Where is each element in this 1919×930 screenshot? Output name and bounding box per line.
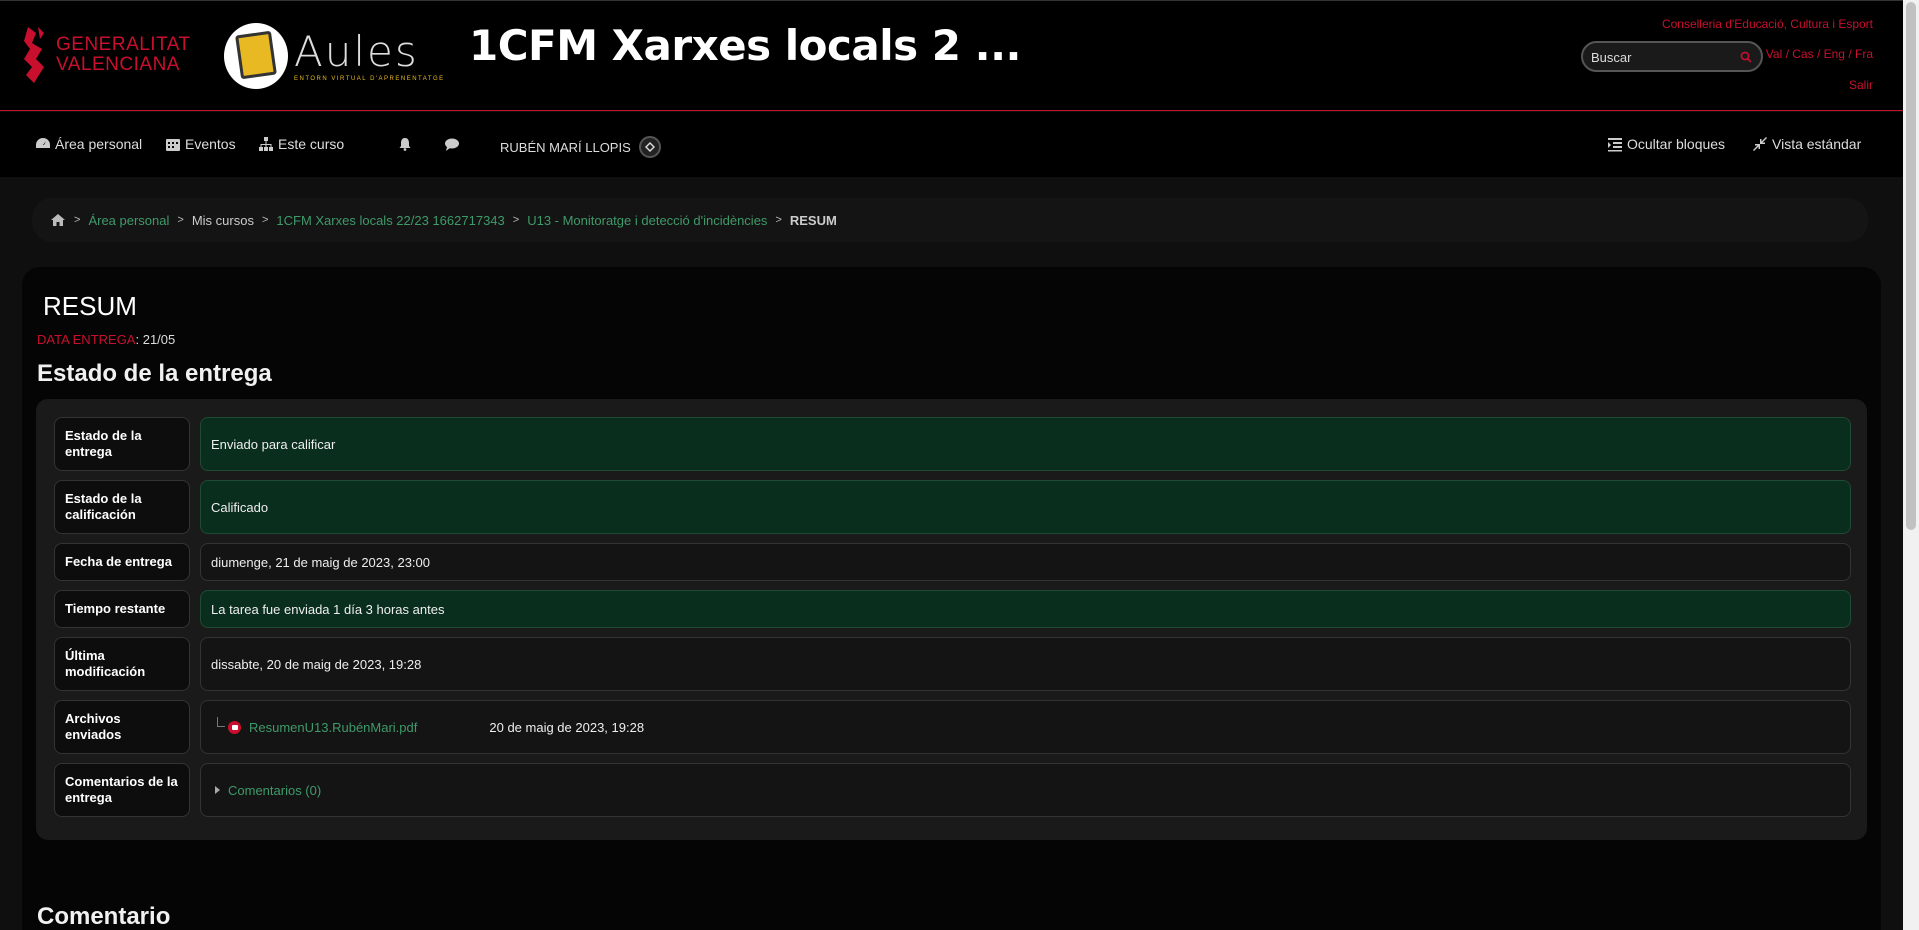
- breadcrumb-current: RESUM: [789, 212, 837, 228]
- calendar-icon: [166, 139, 180, 151]
- generalitat-logo[interactable]: GENERALITAT VALENCIANA: [22, 23, 191, 87]
- table-row: Última modificación dissabte, 20 de maig…: [54, 637, 1851, 691]
- table-row: Comentarios de la entrega Comentarios (0…: [54, 763, 1851, 817]
- submission-status-heading: Estado de la entrega: [37, 360, 272, 387]
- generalitat-emblem-icon: [24, 27, 44, 83]
- row-value: Enviado para calificar: [200, 417, 1851, 471]
- aules-book-icon: [224, 23, 288, 89]
- row-label: Fecha de entrega: [54, 543, 190, 581]
- page-title: RESUM: [43, 291, 137, 321]
- row-value: dissabte, 20 de maig de 2023, 19:28: [200, 637, 1851, 691]
- user-name: RUBÉN MARÍ LLOPIS: [500, 139, 631, 155]
- table-row: Archivos enviados ResumenU13.RubénMari.p…: [54, 700, 1851, 754]
- row-label: Archivos enviados: [54, 700, 190, 754]
- aules-subtitle: ENTORN VIRTUAL D'APRENENTATGE: [294, 76, 445, 82]
- lang-val[interactable]: Val: [1766, 47, 1782, 61]
- logout-link[interactable]: Salir: [1849, 78, 1873, 92]
- lang-fra[interactable]: Fra: [1855, 47, 1873, 61]
- scrollbar-thumb[interactable]: [1906, 2, 1916, 530]
- pdf-file-icon: [228, 720, 241, 734]
- submitted-files: ResumenU13.RubénMari.pdf 20 de maig de 2…: [200, 700, 1851, 754]
- row-label: Estado de la calificación: [54, 480, 190, 534]
- chevron-right-icon: >: [775, 214, 782, 226]
- course-title[interactable]: 1CFM Xarxes locals 2 ...: [469, 21, 1022, 70]
- nav-area-personal[interactable]: Área personal: [35, 136, 142, 152]
- breadcrumb: > Área personal > Mis cursos > 1CFM Xarx…: [32, 198, 1868, 242]
- chevron-right-icon: >: [74, 214, 81, 226]
- row-label: Estado de la entrega: [54, 417, 190, 471]
- main-content: RESUM DATA ENTREGA: 21/05 Estado de la e…: [22, 267, 1881, 930]
- hide-blocks-button[interactable]: Ocultar bloques: [1607, 136, 1725, 152]
- table-row: Tiempo restante La tarea fue enviada 1 d…: [54, 590, 1851, 628]
- row-value: diumenge, 21 de maig de 2023, 23:00: [200, 543, 1851, 581]
- table-row: Estado de la entrega Enviado para califi…: [54, 417, 1851, 471]
- dashboard-icon: [36, 138, 50, 148]
- comments-link[interactable]: Comentarios (0): [228, 783, 321, 798]
- sitemap-icon: [259, 137, 273, 151]
- aules-logo[interactable]: Aules ENTORN VIRTUAL D'APRENENTATGE: [224, 23, 445, 89]
- submitted-file-date: 20 de maig de 2023, 19:28: [489, 719, 645, 735]
- avatar[interactable]: [638, 136, 661, 158]
- breadcrumb-course[interactable]: 1CFM Xarxes locals 22/23 1662717343: [276, 213, 504, 228]
- conselleria-link[interactable]: Conselleria d'Educació, Cultura i Esport: [1662, 17, 1873, 31]
- language-selector: Val / Cas / Eng / Fra: [1765, 47, 1873, 61]
- user-menu[interactable]: RUBÉN MARÍ LLOPIS: [500, 136, 661, 158]
- nav-este-curso[interactable]: Este curso: [258, 136, 344, 152]
- row-label: Tiempo restante: [54, 590, 190, 628]
- row-value: Calificado: [200, 480, 1851, 534]
- chat-bubble-icon: [445, 138, 459, 151]
- breadcrumb-area-personal[interactable]: Área personal: [88, 213, 169, 228]
- page-scrollbar[interactable]: [1903, 0, 1919, 930]
- search-box[interactable]: [1581, 41, 1763, 72]
- due-date: DATA ENTREGA: 21/05: [37, 332, 175, 347]
- due-date-value: : 21/05: [135, 332, 176, 347]
- bell-icon: [399, 138, 411, 151]
- notifications-button[interactable]: [397, 136, 413, 152]
- standard-view-button[interactable]: Vista estándar: [1752, 136, 1861, 152]
- home-icon[interactable]: [50, 213, 66, 227]
- chevron-right-icon: >: [512, 214, 520, 226]
- chevron-right-icon: >: [177, 214, 184, 226]
- table-row: Estado de la calificación Calificado: [54, 480, 1851, 534]
- tree-connector: [217, 717, 225, 727]
- compress-icon: [1753, 137, 1767, 151]
- lang-eng[interactable]: Eng: [1824, 47, 1845, 61]
- comments-toggle[interactable]: Comentarios (0): [215, 783, 321, 798]
- search-icon[interactable]: [1740, 51, 1752, 63]
- search-input[interactable]: [1591, 48, 1741, 66]
- main-navbar: Área personal Eventos Este curso RUBÉN M…: [0, 112, 1903, 177]
- feedback-heading: Comentario: [37, 903, 171, 930]
- submission-comments: Comentarios (0): [200, 763, 1851, 817]
- table-row: Fecha de entrega diumenge, 21 de maig de…: [54, 543, 1851, 581]
- row-value: La tarea fue enviada 1 día 3 horas antes: [200, 590, 1851, 628]
- sync-icon: [644, 142, 655, 152]
- top-header: GENERALITAT VALENCIANA Aules ENTORN VIRT…: [0, 0, 1903, 111]
- messages-button[interactable]: [444, 136, 460, 152]
- due-date-label: DATA ENTREGA: [37, 332, 136, 347]
- lang-cas[interactable]: Cas: [1792, 47, 1813, 61]
- breadcrumb-unit[interactable]: U13 - Monitoratge i detecció d'incidènci…: [527, 213, 767, 228]
- submission-status-table: Estado de la entrega Enviado para califi…: [36, 399, 1867, 840]
- breadcrumb-mis-cursos: Mis cursos: [191, 212, 254, 228]
- nav-eventos[interactable]: Eventos: [165, 136, 236, 152]
- caret-right-icon: [215, 786, 220, 794]
- aules-wordmark: Aules: [294, 27, 419, 76]
- generalitat-text: GENERALITAT VALENCIANA: [56, 34, 191, 75]
- submitted-file-link[interactable]: ResumenU13.RubénMari.pdf: [249, 720, 417, 735]
- row-label: Última modificación: [54, 637, 190, 691]
- indent-list-icon: [1608, 138, 1622, 152]
- row-label: Comentarios de la entrega: [54, 763, 190, 817]
- chevron-right-icon: >: [261, 214, 269, 226]
